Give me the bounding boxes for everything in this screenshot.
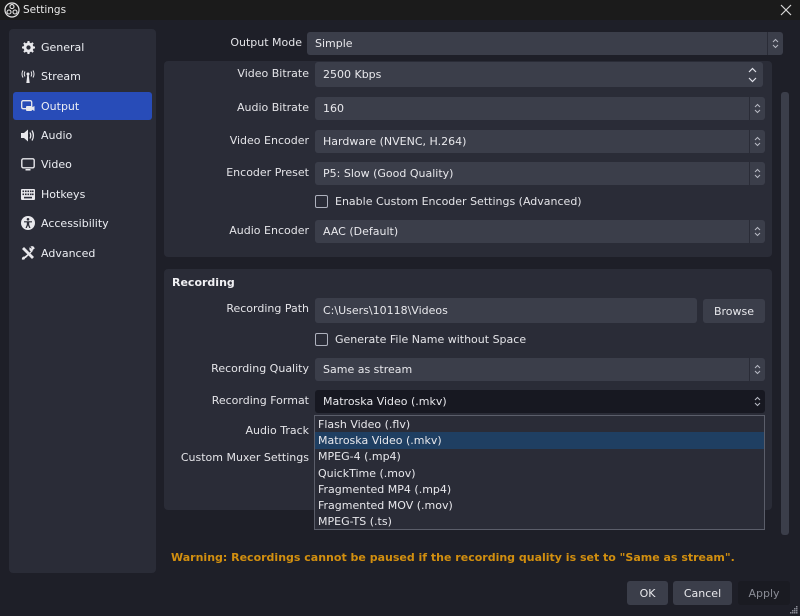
updown-arrows-icon <box>767 32 783 55</box>
recording-path-label: Recording Path <box>226 302 309 315</box>
accessibility-icon <box>21 216 35 230</box>
tools-icon <box>21 246 35 260</box>
checkbox-box[interactable] <box>315 333 328 346</box>
dropdown-option[interactable]: Fragmented MP4 (.mp4) <box>315 481 764 497</box>
sidebar-item-label: General <box>41 40 85 54</box>
recording-quality-select[interactable]: Same as stream <box>315 358 765 381</box>
dropdown-option[interactable]: MPEG-4 (.mp4) <box>315 449 764 465</box>
recording-path-input[interactable]: C:\Users\10118\Videos <box>315 298 697 323</box>
updown-arrows-icon <box>749 220 765 243</box>
sidebar-item-general[interactable]: General <box>13 33 152 61</box>
checkbox-box[interactable] <box>315 195 328 208</box>
output-mode-label: Output Mode <box>230 36 302 49</box>
encoder-preset-value: P5: Slow (Good Quality) <box>323 167 454 180</box>
antenna-icon <box>21 69 35 83</box>
sidebar-item-video[interactable]: Video <box>13 150 152 178</box>
title-bar: Settings <box>0 0 800 20</box>
recording-group-title: Recording <box>172 276 235 289</box>
video-encoder-label: Video Encoder <box>229 134 309 147</box>
speaker-icon <box>21 128 35 142</box>
dropdown-option[interactable]: QuickTime (.mov) <box>315 465 764 481</box>
dropdown-option-selected[interactable]: Matroska Video (.mkv) <box>315 432 764 449</box>
sidebar-item-label: Output <box>41 99 80 113</box>
audio-track-label: Audio Track <box>245 424 309 437</box>
recording-format-select[interactable]: Matroska Video (.mkv) <box>315 390 765 413</box>
sidebar-item-audio[interactable]: Audio <box>13 121 152 149</box>
custom-encoder-checkbox[interactable]: Enable Custom Encoder Settings (Advanced… <box>315 195 582 208</box>
monitor-icon <box>21 157 35 171</box>
audio-encoder-label: Audio Encoder <box>229 224 309 237</box>
no-space-checkbox[interactable]: Generate File Name without Space <box>315 333 526 346</box>
encoder-preset-select[interactable]: P5: Slow (Good Quality) <box>315 162 765 185</box>
dropdown-option[interactable]: Flash Video (.flv) <box>315 416 764 432</box>
sidebar-item-label: Stream <box>41 69 81 83</box>
video-bitrate-value: 2500 Kbps <box>323 68 382 81</box>
vertical-scrollbar[interactable] <box>781 92 789 535</box>
sidebar-item-label: Audio <box>41 128 73 142</box>
close-icon <box>780 4 792 16</box>
audio-bitrate-value: 160 <box>323 102 344 115</box>
audio-encoder-value: AAC (Default) <box>323 225 399 238</box>
no-space-label: Generate File Name without Space <box>335 333 527 346</box>
dropdown-option[interactable]: MPEG-TS (.ts) <box>315 514 764 530</box>
sidebar-item-stream[interactable]: Stream <box>13 62 152 90</box>
close-button[interactable] <box>778 2 794 18</box>
sidebar-item-accessibility[interactable]: Accessibility <box>13 209 152 237</box>
updown-arrows-icon <box>749 358 765 381</box>
output-icon <box>21 99 35 113</box>
output-mode-select[interactable]: Simple <box>307 32 783 55</box>
dropdown-option[interactable]: Fragmented MOV (.mov) <box>315 497 764 513</box>
updown-arrows-icon <box>749 130 765 153</box>
warning-message: Warning: Recordings cannot be paused if … <box>171 551 735 564</box>
video-bitrate-label: Video Bitrate <box>237 67 309 80</box>
sidebar-item-label: Video <box>41 157 72 171</box>
audio-bitrate-select[interactable]: 160 <box>315 97 765 120</box>
output-mode-value: Simple <box>315 37 353 50</box>
sidebar-item-advanced[interactable]: Advanced <box>13 239 152 267</box>
sidebar-item-label: Hotkeys <box>41 187 86 201</box>
video-encoder-select[interactable]: Hardware (NVENC, H.264) <box>315 130 765 153</box>
audio-bitrate-label: Audio Bitrate <box>236 101 309 114</box>
apply-button[interactable]: Apply <box>738 581 790 605</box>
window-title: Settings <box>23 4 67 16</box>
obs-logo-icon <box>4 2 20 18</box>
updown-arrows-icon <box>749 390 765 413</box>
spin-arrows-icon[interactable] <box>741 62 763 87</box>
gear-icon <box>21 40 35 54</box>
recording-format-value: Matroska Video (.mkv) <box>323 395 447 408</box>
encoder-preset-label: Encoder Preset <box>226 166 309 179</box>
sidebar-item-label: Advanced <box>41 246 96 260</box>
custom-encoder-label: Enable Custom Encoder Settings (Advanced… <box>335 195 582 208</box>
ok-button[interactable]: OK <box>627 581 668 605</box>
sidebar-item-hotkeys[interactable]: Hotkeys <box>13 180 152 208</box>
custom-muxer-label: Custom Muxer Settings <box>180 451 309 464</box>
updown-arrows-icon <box>749 162 765 185</box>
video-encoder-value: Hardware (NVENC, H.264) <box>323 135 467 148</box>
resize-grip-icon[interactable] <box>790 606 798 614</box>
video-bitrate-spinbox[interactable]: 2500 Kbps <box>315 62 763 87</box>
settings-sidebar: General Stream Output Audio Video Hotkey… <box>9 29 156 573</box>
recording-format-label: Recording Format <box>211 394 309 407</box>
keyboard-icon <box>21 187 35 201</box>
recording-format-dropdown[interactable]: Flash Video (.flv) Matroska Video (.mkv)… <box>314 415 765 530</box>
cancel-button[interactable]: Cancel <box>673 581 732 605</box>
recording-quality-label: Recording Quality <box>211 362 309 375</box>
audio-encoder-select[interactable]: AAC (Default) <box>315 220 765 243</box>
recording-quality-value: Same as stream <box>323 363 413 376</box>
updown-arrows-icon <box>749 97 765 120</box>
sidebar-item-output[interactable]: Output <box>13 92 152 120</box>
browse-button[interactable]: Browse <box>703 299 765 323</box>
sidebar-item-label: Accessibility <box>41 216 109 230</box>
